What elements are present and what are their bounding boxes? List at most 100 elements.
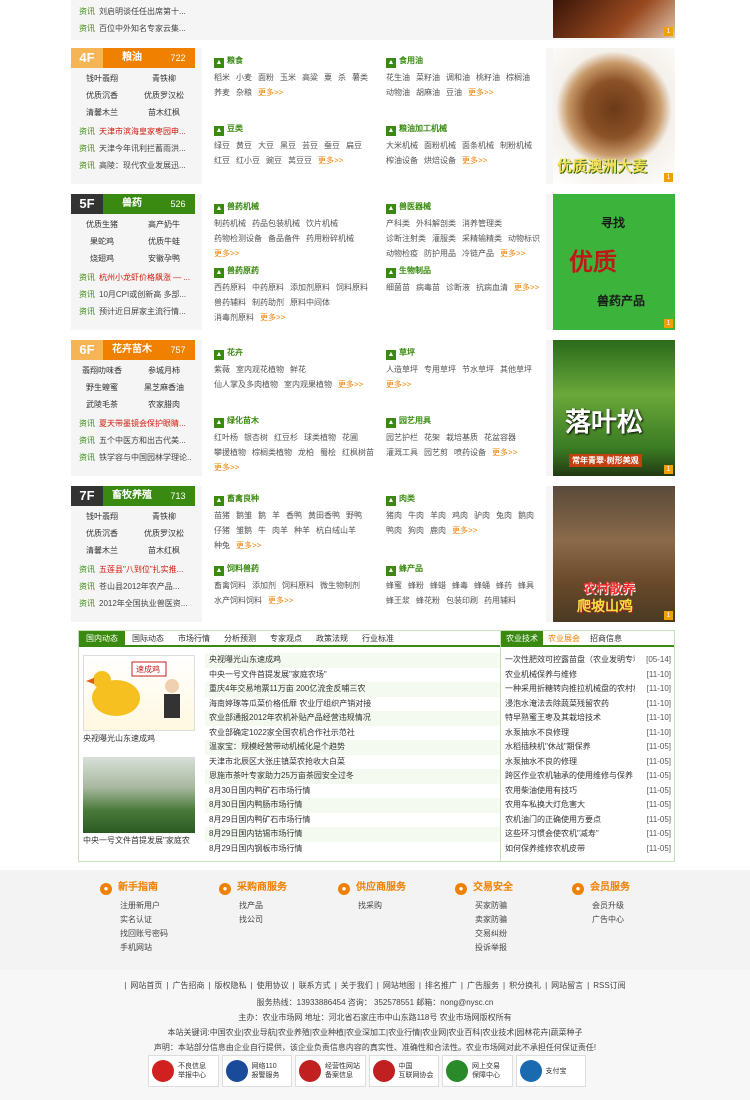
news-title[interactable]: 农业部通报2012年农机补贴产品经营违规情况 <box>205 711 371 726</box>
news-title[interactable]: 重庆4年交易地票11万亩 200亿流金反哺三农 <box>205 682 365 697</box>
product-link[interactable]: 果蛇鸡 <box>71 233 133 250</box>
category-item[interactable]: 绿豆 <box>214 138 230 153</box>
category-title[interactable]: ▲ 蜂产品 <box>386 562 552 576</box>
tech-row[interactable]: 农机油门的正确使用方要点 [11-05] <box>505 813 673 828</box>
category-item[interactable]: 猪肉 <box>386 508 402 523</box>
category-item[interactable]: 面条机械 <box>462 138 494 153</box>
category-item[interactable]: 蜂蛹 <box>474 578 490 593</box>
category-item[interactable]: 诊断液 <box>446 280 470 295</box>
category-item[interactable]: 蜂花粉 <box>416 593 440 608</box>
product-link[interactable]: 优质牛蛙 <box>133 233 195 250</box>
news-title[interactable]: 8月29日国内钴锡市场行情 <box>205 827 302 842</box>
tech-title[interactable]: 水泵抽水不良的修理 <box>505 755 635 770</box>
category-item[interactable]: 野鸭 <box>346 508 362 523</box>
cert-badge[interactable]: 网上交易 保障中心 <box>442 1055 513 1087</box>
tab-agri-exhibition[interactable]: 农业展会 <box>543 631 585 646</box>
category-item[interactable]: 水产饲料饲料 <box>214 593 262 608</box>
category-item[interactable]: 室内观花植物 <box>236 362 284 377</box>
floor-ad-image[interactable]: 寻找 优质 兽药产品 1 <box>553 194 675 330</box>
footer-link[interactable]: RSS订阅 <box>591 980 627 992</box>
category-item[interactable]: 蜂毒 <box>452 578 468 593</box>
product-link[interactable]: 农家腊肉 <box>133 396 195 413</box>
service-link[interactable]: 买家防骗 <box>475 899 575 913</box>
news-item[interactable]: 资讯 10月CPI或创新高 多部... <box>79 286 191 303</box>
category-title[interactable]: ▲ 粮食 <box>214 54 380 68</box>
category-item[interactable]: 蚕豆 <box>324 138 340 153</box>
tech-title[interactable]: 一次性肥效可控露苗盘（农业发明专利） <box>505 653 635 668</box>
cert-badge[interactable]: 不良信息 举报中心 <box>148 1055 219 1087</box>
tech-title[interactable]: 农业机械保养与维修 <box>505 668 635 683</box>
tech-title[interactable]: 如何保养维修农机皮带 <box>505 842 635 857</box>
category-item[interactable]: 动物检疫 <box>386 246 418 261</box>
service-link[interactable]: 卖家防骗 <box>475 913 575 927</box>
category-item[interactable]: 蜂粉 <box>408 578 424 593</box>
category-item[interactable]: 包装印刷 <box>446 593 478 608</box>
category-title[interactable]: ▲ 园艺用具 <box>386 414 552 428</box>
tech-row[interactable]: 一种采用折糖转向推拉机械盘的农村杆卫 [11-10] <box>505 682 673 697</box>
category-item[interactable]: 苗猪 <box>214 508 230 523</box>
tech-title[interactable]: 水稻插秧机"休战"期保养 <box>505 740 635 755</box>
category-item[interactable]: 高粱 <box>302 70 318 85</box>
category-item[interactable]: 红枫树苗 <box>342 445 374 460</box>
category-item[interactable]: 蜂具 <box>518 578 534 593</box>
product-link[interactable]: 优质沉香 <box>71 525 133 542</box>
tech-title[interactable]: 农用柴油使用有技巧 <box>505 784 635 799</box>
news-title[interactable]: 农业部确定1022家全国农机合作社示范社 <box>205 726 355 741</box>
category-item[interactable]: 畜禽饲料 <box>214 578 246 593</box>
product-link[interactable]: 清馨木兰 <box>71 104 133 121</box>
footer-link[interactable]: 网站地图 <box>381 980 417 992</box>
category-item[interactable]: 紫薇 <box>214 362 230 377</box>
news-title[interactable]: 8月29日国内鸭矿石市场行情 <box>205 813 310 828</box>
product-link[interactable]: 武陵毛茶 <box>71 396 133 413</box>
category-item[interactable]: 动物油 <box>386 85 410 100</box>
category-item[interactable]: 栽培基质 <box>446 430 478 445</box>
category-item[interactable]: 球类植物 <box>304 430 336 445</box>
cert-badge[interactable]: 网络110 报警服务 <box>221 1055 292 1087</box>
category-item[interactable]: 鲜花 <box>290 362 306 377</box>
category-item[interactable]: 花圃 <box>342 430 358 445</box>
footer-link[interactable]: 排名推广 <box>423 980 459 992</box>
floor-name[interactable]: 粮油 <box>103 48 161 68</box>
category-item[interactable]: 消养管理类 <box>462 216 502 231</box>
category-item[interactable]: 病毒苗 <box>416 280 440 295</box>
cert-badge[interactable]: 中国 互联网协会 <box>368 1055 439 1087</box>
floor-ad-image[interactable]: 落叶松 常年青翠·树形美观 1 <box>553 340 675 476</box>
news-item[interactable]: 资讯 铁学容与中国园林学理论... <box>79 449 191 466</box>
category-item[interactable]: 采精输精类 <box>462 231 502 246</box>
category-item[interactable]: 小麦 <box>236 70 252 85</box>
category-item[interactable]: 羊肉 <box>430 508 446 523</box>
product-link[interactable]: 优质生猪 <box>71 216 133 233</box>
product-link[interactable]: 黑芝麻香油 <box>133 379 195 396</box>
service-link[interactable]: 广告中心 <box>592 913 692 927</box>
floor-name[interactable]: 兽药 <box>103 194 161 214</box>
more-link[interactable]: 更多>> <box>214 246 239 261</box>
category-item[interactable]: 牛肉 <box>408 508 424 523</box>
category-item[interactable]: 蜂蜡 <box>430 578 446 593</box>
tech-row[interactable]: 跨区作业农机轴承的使用维修与保养 [11-05] <box>505 769 673 784</box>
category-item[interactable]: 冷链产品 <box>462 246 494 261</box>
category-item[interactable]: 薯类 <box>352 70 368 85</box>
category-item[interactable]: 节水草坪 <box>462 362 494 377</box>
cert-badge[interactable]: 支付宝 <box>515 1055 586 1087</box>
category-item[interactable]: 药品包装机械 <box>252 216 300 231</box>
category-item[interactable]: 制粉机械 <box>500 138 532 153</box>
category-item[interactable]: 原料中间体 <box>290 295 330 310</box>
category-item[interactable]: 诊断注射类 <box>386 231 426 246</box>
news-title[interactable]: 中央一号文件首提发展"家庭农场" <box>205 668 327 683</box>
category-item[interactable]: 红小豆 <box>236 153 260 168</box>
category-item[interactable]: 鹅肉 <box>518 508 534 523</box>
more-link[interactable]: 更多>> <box>492 445 517 460</box>
category-item[interactable]: 饲料原料 <box>336 280 368 295</box>
service-link[interactable]: 投诉举报 <box>475 941 575 955</box>
category-title[interactable]: ▲ 粮油加工机械 <box>386 122 552 136</box>
service-link[interactable]: 找公司 <box>239 913 339 927</box>
category-title[interactable]: ▲ 兽药原药 <box>214 264 380 278</box>
category-item[interactable]: 制药机械 <box>214 216 246 231</box>
news-thumbnail[interactable]: 速成鸡 央视曝光山东速成鸡 <box>83 655 195 747</box>
category-item[interactable]: 荞麦 <box>214 85 230 100</box>
category-item[interactable]: 仙人掌及多肉植物 <box>214 377 278 392</box>
footer-link[interactable]: 积分换礼 <box>507 980 543 992</box>
category-item[interactable]: 黄豆 <box>236 138 252 153</box>
category-item[interactable]: 黑豆 <box>280 138 296 153</box>
category-item[interactable]: 攀援植物 <box>214 445 246 460</box>
